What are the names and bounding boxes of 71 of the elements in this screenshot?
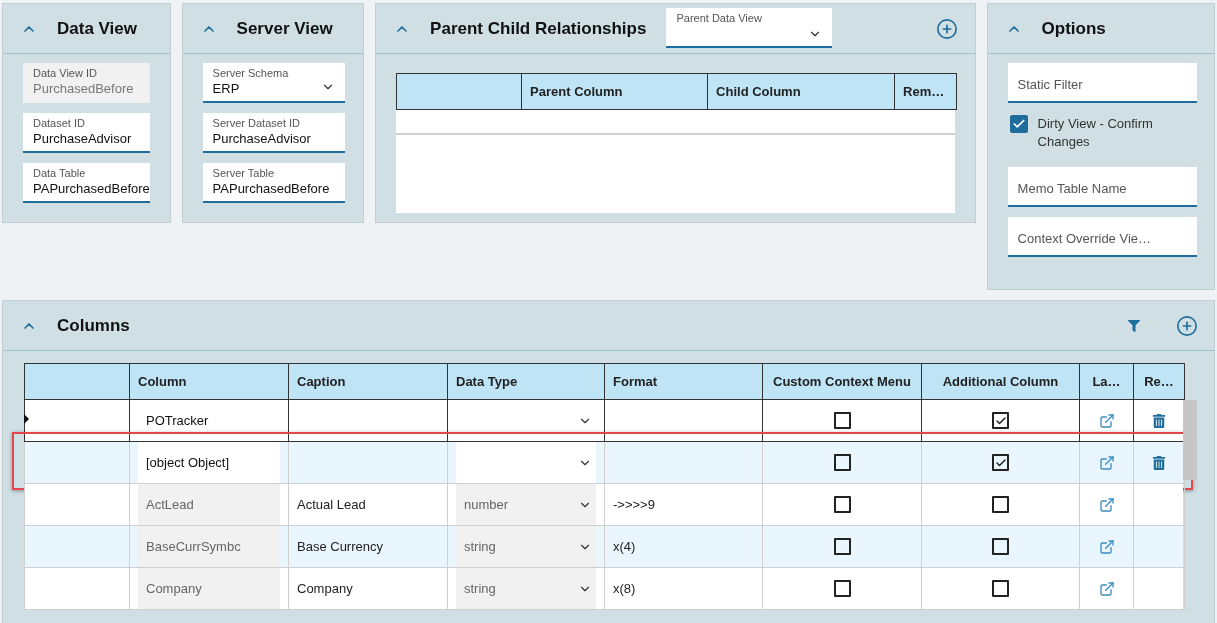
column-header[interactable]: Rem… [894,73,958,110]
panel-title: Options [1041,18,1106,39]
checkbox[interactable] [992,580,1009,597]
check-icon [994,456,1007,469]
filter-button[interactable] [1128,319,1140,332]
checkbox[interactable] [833,412,851,429]
open-link-icon[interactable] [1098,412,1115,429]
checkbox[interactable] [1009,115,1028,133]
input-field[interactable]: Dataset ID PurchaseAdvisor [23,113,150,153]
checkbox-label: Dirty View - Confirm Changes [1037,115,1154,151]
column-header[interactable]: Parent Column [521,73,709,110]
panel-title: Columns [57,315,130,336]
data-type-dropdown[interactable]: string [456,568,596,609]
column-header[interactable]: Child Column [707,73,896,110]
column-header[interactable]: Re… [1133,363,1185,400]
column-header[interactable]: Column [129,363,289,400]
column-header[interactable]: Caption [288,363,448,400]
dropdown-field[interactable]: Parent Data View [666,8,833,48]
field-label: Parent Data View [676,12,763,24]
field-label: Server Schema [212,67,290,79]
open-link-icon[interactable] [1098,496,1115,513]
input-field[interactable]: Server Table PAPurchasedBefore [202,163,345,203]
checkbox[interactable] [833,454,851,471]
checkbox[interactable] [992,538,1009,555]
field-label: Dataset ID [33,117,86,129]
input-field[interactable]: Memo Table Name [1007,167,1197,207]
checkbox[interactable] [992,454,1009,471]
open-link-icon[interactable] [1098,580,1115,597]
delete-icon[interactable] [1152,413,1166,428]
field-value: PurchaseAdvisor [212,131,311,146]
data-type-dropdown[interactable]: number [456,484,596,525]
column-header[interactable]: La… [1079,363,1134,400]
field-label: Data View ID [33,67,98,79]
field-placeholder: Memo Table Name [1017,180,1128,196]
checkbox[interactable] [833,496,851,513]
checkbox[interactable] [992,412,1009,429]
input-field[interactable]: Data Table PAPurchasedBefore [23,163,150,203]
scrollbar[interactable] [1183,400,1197,480]
field-placeholder: Static Filter [1017,76,1084,92]
delete-icon[interactable] [1152,455,1166,470]
field-value: PurchasedBefore [33,81,134,96]
data-type-dropdown[interactable]: string [456,526,596,567]
add-button[interactable] [935,17,958,40]
field-value: PAPurchasedBefore [212,181,330,196]
field-value: PurchaseAdvisor [33,131,132,146]
open-link-icon[interactable] [1098,538,1115,555]
field-label: Server Table [212,167,276,179]
dropdown-field[interactable]: Server Schema ERP [202,63,345,103]
add-button[interactable] [1176,314,1198,337]
input-field[interactable]: Server Dataset ID PurchaseAdvisor [202,113,345,153]
row-pointer-icon [24,414,29,424]
panel-title: Data View [57,18,137,39]
open-link-icon[interactable] [1098,454,1115,471]
input-field[interactable]: Static Filter [1007,63,1197,103]
panel-title: Parent Child Relationships [430,18,647,39]
field-label: Server Dataset ID [212,117,301,129]
checkbox[interactable] [833,538,851,555]
column-header[interactable]: Additional Column [921,363,1080,400]
check-icon [1011,117,1026,131]
field-value: PAPurchasedBefore [33,181,150,196]
check-icon [994,414,1007,427]
column-header[interactable]: Format [604,363,763,400]
checkbox[interactable] [992,496,1009,513]
field-label: Data Table [33,167,87,179]
panel-title: Server View [236,18,333,39]
column-header[interactable]: Custom Context Menu [762,363,922,400]
input-field[interactable]: Context Override Vie… [1007,217,1197,257]
field-value: ERP [212,81,240,96]
checkbox[interactable] [833,580,851,597]
column-header[interactable]: Data Type [447,363,605,400]
field-placeholder: Context Override Vie… [1017,230,1152,246]
